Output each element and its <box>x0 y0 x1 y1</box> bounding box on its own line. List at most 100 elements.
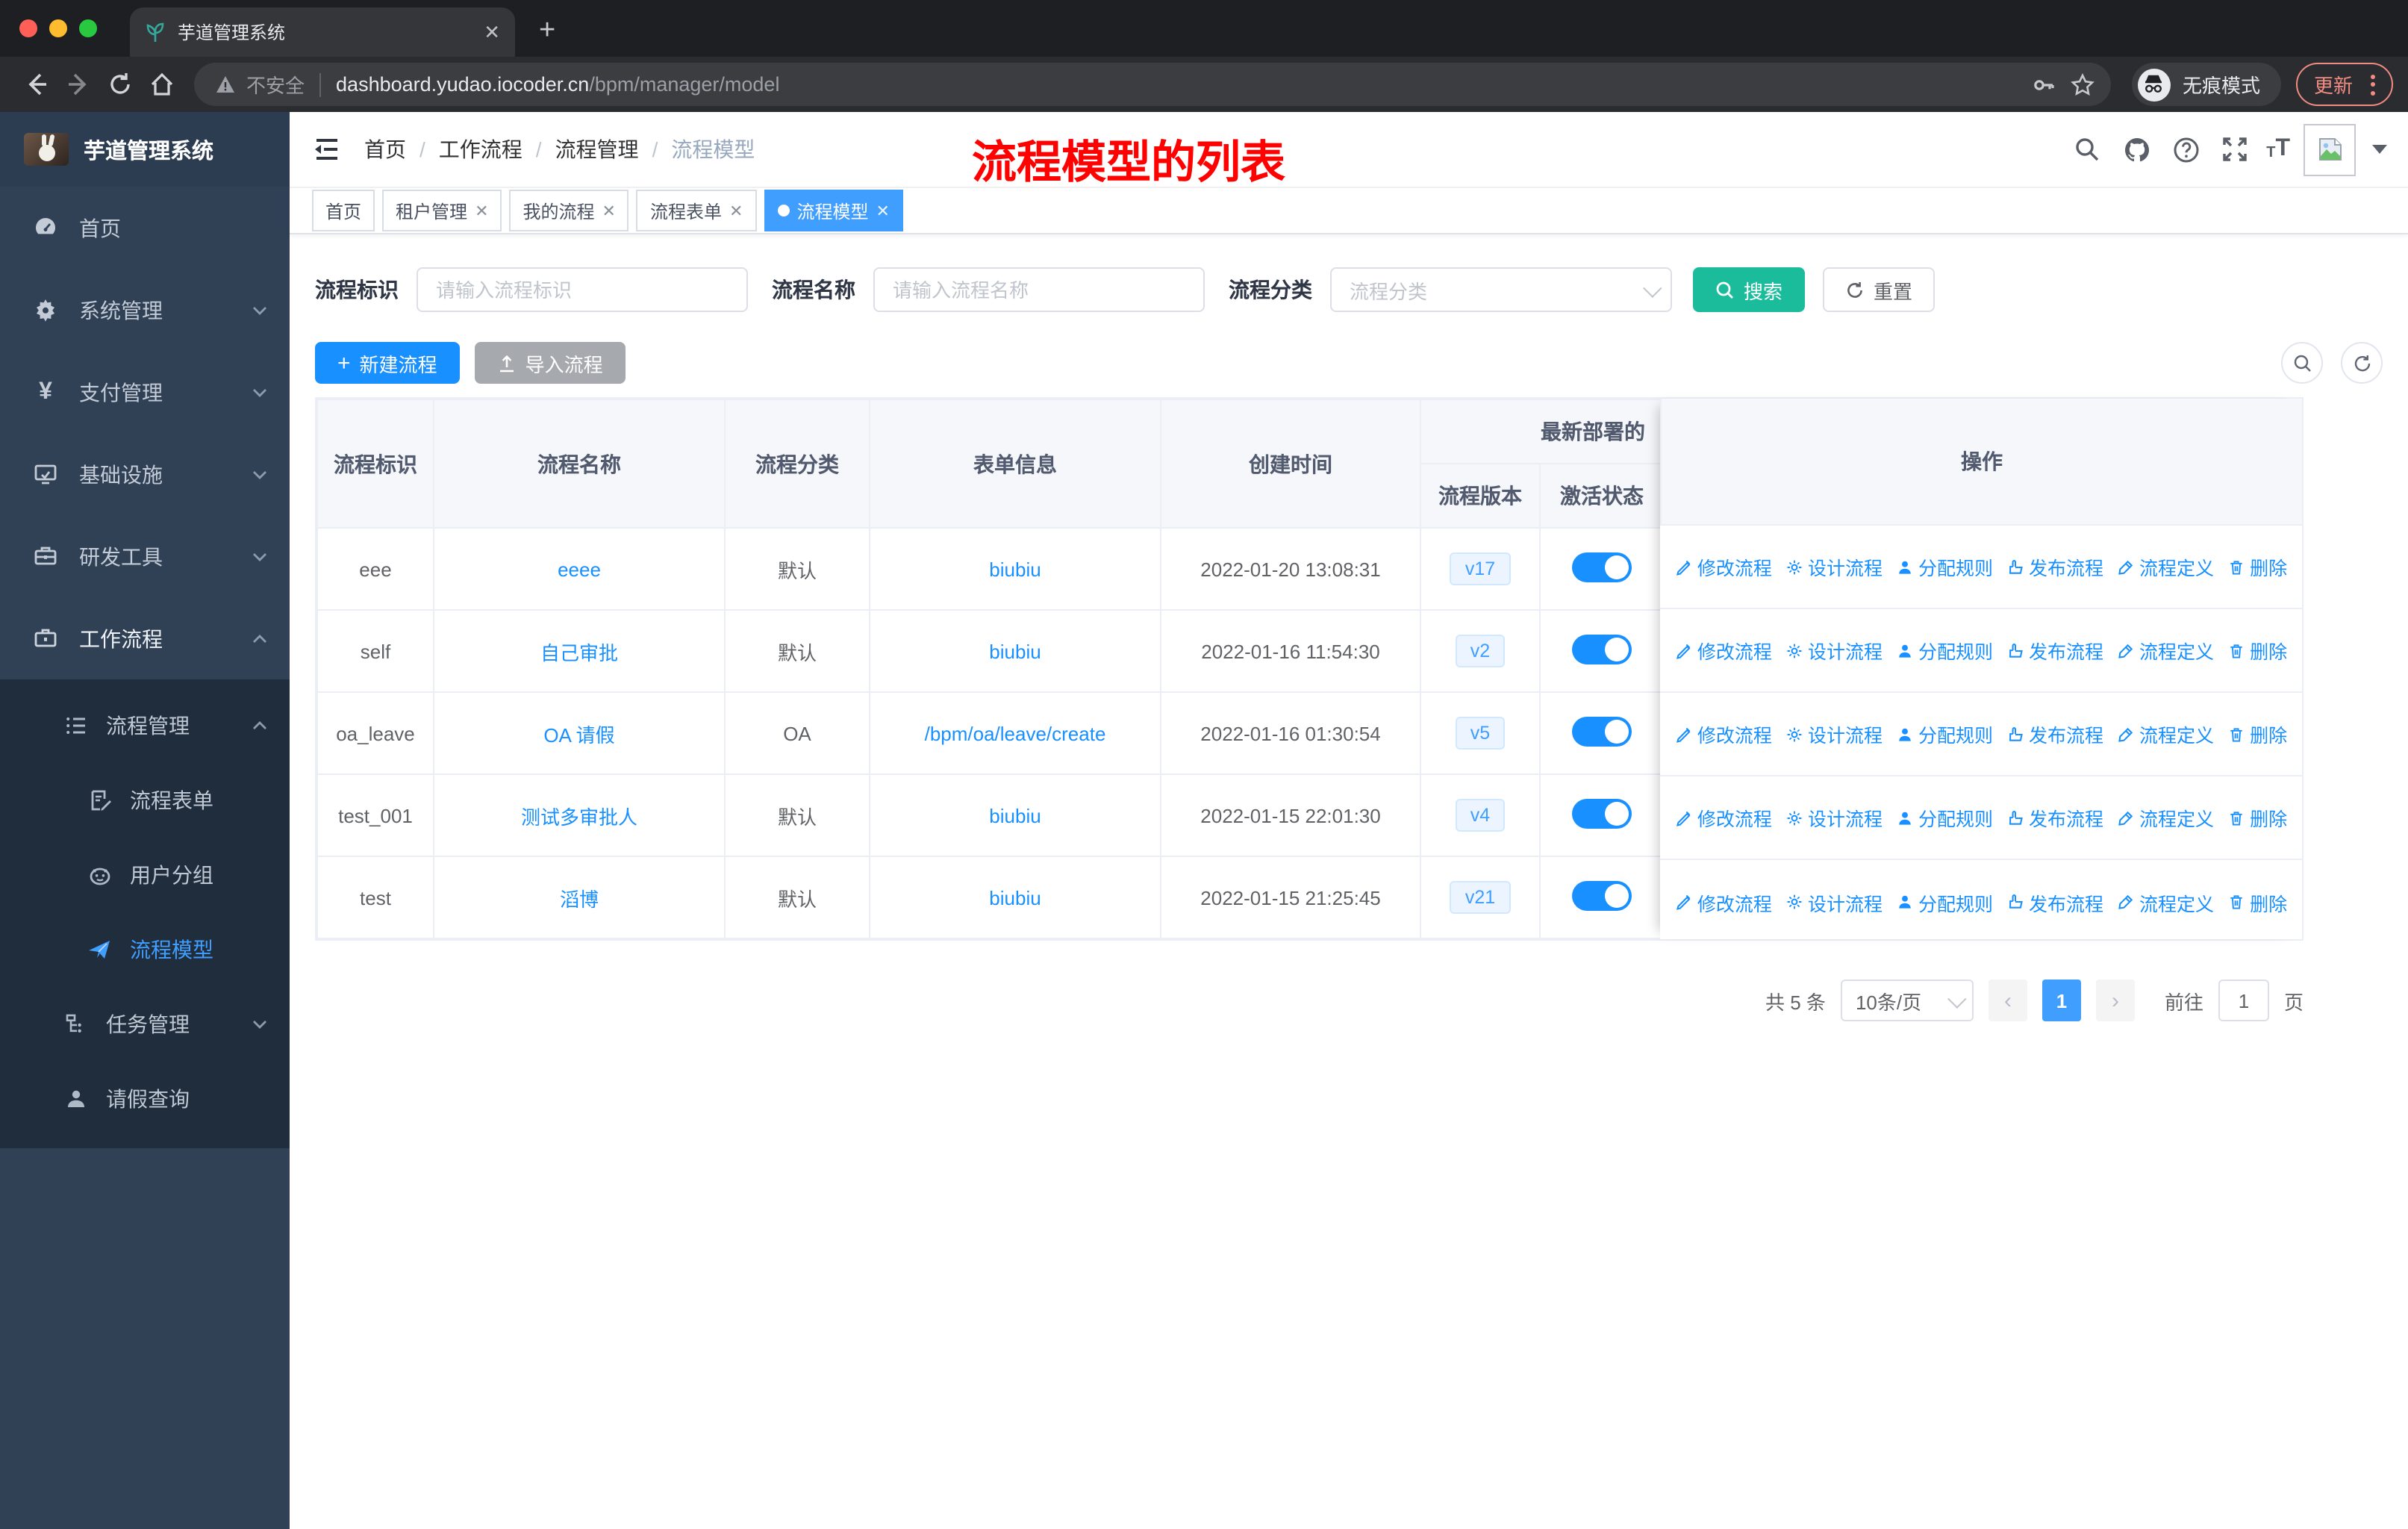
process-name-link[interactable]: 测试多审批人 <box>521 806 637 828</box>
tab-close-icon[interactable]: ✕ <box>876 201 889 220</box>
sidebar-item-system[interactable]: 系统管理 <box>0 269 290 351</box>
process-name-link[interactable]: eeee <box>558 558 601 580</box>
reload-icon[interactable] <box>99 63 140 105</box>
action-definition[interactable]: 流程定义 <box>2117 636 2214 664</box>
action-publish[interactable]: 发布流程 <box>2006 888 2103 916</box>
search-button[interactable]: 搜索 <box>1693 267 1806 312</box>
search-icon[interactable] <box>2069 131 2105 167</box>
action-design[interactable]: 设计流程 <box>1785 803 1883 832</box>
sidebar-item-infra[interactable]: 基础设施 <box>0 433 290 515</box>
process-name-link[interactable]: OA 请假 <box>543 723 614 746</box>
sidebar-item-home[interactable]: 首页 <box>0 187 290 269</box>
action-edit[interactable]: 修改流程 <box>1675 720 1772 748</box>
action-publish[interactable]: 发布流程 <box>2006 720 2103 748</box>
home-icon[interactable] <box>140 63 182 105</box>
tab-close-icon[interactable]: ✕ <box>729 201 743 220</box>
tab-close-icon[interactable]: ✕ <box>475 201 488 220</box>
font-size-icon[interactable]: TT <box>2266 137 2290 161</box>
breadcrumb-workflow[interactable]: 工作流程 <box>439 134 523 164</box>
process-name-link[interactable]: 滔博 <box>560 888 599 910</box>
sidebar-item-workflow[interactable]: 工作流程 <box>0 597 290 679</box>
action-edit[interactable]: 修改流程 <box>1675 888 1772 916</box>
tab-process-form[interactable]: 流程表单 ✕ <box>636 190 757 231</box>
password-key-icon[interactable] <box>2024 65 2063 104</box>
action-definition[interactable]: 流程定义 <box>2117 803 2214 832</box>
tab-close-icon[interactable]: ✕ <box>484 20 500 44</box>
process-name-link[interactable]: 自己审批 <box>540 641 618 664</box>
reset-button[interactable]: 重置 <box>1823 267 1936 312</box>
help-icon[interactable] <box>2168 131 2203 167</box>
active-toggle[interactable] <box>1572 716 1632 746</box>
action-delete[interactable]: 删除 <box>2227 720 2287 748</box>
version-badge[interactable]: v21 <box>1450 881 1511 914</box>
active-toggle[interactable] <box>1572 798 1632 828</box>
form-info-link[interactable]: biubiu <box>989 558 1041 580</box>
version-badge[interactable]: v5 <box>1455 717 1506 750</box>
action-assign-rule[interactable]: 分配规则 <box>1896 888 1993 916</box>
show-search-icon[interactable] <box>2281 342 2323 384</box>
version-badge[interactable]: v17 <box>1450 552 1511 585</box>
sidebar-item-user-group[interactable]: 用户分组 <box>0 838 290 912</box>
fullscreen-icon[interactable] <box>2217 131 2253 167</box>
page-size-select[interactable]: 10条/页 <box>1840 980 1974 1021</box>
form-info-link[interactable]: biubiu <box>989 804 1041 826</box>
action-definition[interactable]: 流程定义 <box>2117 720 2214 748</box>
github-icon[interactable] <box>2118 131 2154 167</box>
action-assign-rule[interactable]: 分配规则 <box>1896 552 1993 581</box>
process-category-select[interactable]: 流程分类 <box>1330 267 1672 312</box>
action-delete[interactable]: 删除 <box>2227 888 2287 916</box>
tab-tenant[interactable]: 租户管理 ✕ <box>382 190 502 231</box>
create-process-button[interactable]: + 新建流程 <box>315 342 460 384</box>
minimize-window-button[interactable] <box>49 19 67 37</box>
forward-icon[interactable] <box>57 63 99 105</box>
active-toggle[interactable] <box>1572 552 1632 582</box>
sidebar-item-devtools[interactable]: 研发工具 <box>0 515 290 597</box>
action-assign-rule[interactable]: 分配规则 <box>1896 636 1993 664</box>
avatar[interactable] <box>2303 123 2356 175</box>
action-publish[interactable]: 发布流程 <box>2006 636 2103 664</box>
import-process-button[interactable]: 导入流程 <box>474 342 626 384</box>
action-edit[interactable]: 修改流程 <box>1675 552 1772 581</box>
sidebar-logo[interactable]: 芋道管理系统 <box>0 112 290 187</box>
action-publish[interactable]: 发布流程 <box>2006 803 2103 832</box>
browser-menu-icon[interactable] <box>2371 74 2375 95</box>
tab-my-process[interactable]: 我的流程 ✕ <box>509 190 629 231</box>
active-toggle[interactable] <box>1572 880 1632 910</box>
action-design[interactable]: 设计流程 <box>1785 720 1883 748</box>
prev-page-button[interactable]: ‹ <box>1988 980 2027 1021</box>
action-delete[interactable]: 删除 <box>2227 552 2287 581</box>
sidebar-item-task-management[interactable]: 任务管理 <box>0 987 290 1062</box>
action-definition[interactable]: 流程定义 <box>2117 552 2214 581</box>
action-edit[interactable]: 修改流程 <box>1675 636 1772 664</box>
next-page-button[interactable]: › <box>2095 980 2135 1021</box>
sidebar-collapse-icon[interactable] <box>311 133 343 166</box>
process-name-input[interactable] <box>873 267 1205 312</box>
breadcrumb-process-management[interactable]: 流程管理 <box>555 134 639 164</box>
avatar-caret-icon[interactable] <box>2372 145 2387 154</box>
close-window-button[interactable] <box>19 19 37 37</box>
tab-close-icon[interactable]: ✕ <box>602 201 616 220</box>
sidebar-item-process-form[interactable]: 流程表单 <box>0 763 290 838</box>
version-badge[interactable]: v2 <box>1455 635 1506 667</box>
tab-home[interactable]: 首页 <box>312 190 375 231</box>
action-assign-rule[interactable]: 分配规则 <box>1896 720 1993 748</box>
active-toggle[interactable] <box>1572 634 1632 664</box>
form-info-link[interactable]: /bpm/oa/leave/create <box>925 722 1106 744</box>
action-design[interactable]: 设计流程 <box>1785 888 1883 916</box>
action-edit[interactable]: 修改流程 <box>1675 803 1772 832</box>
form-info-link[interactable]: biubiu <box>989 886 1041 909</box>
sidebar-item-leave-query[interactable]: 请假查询 <box>0 1062 290 1136</box>
browser-tab[interactable]: 芋道管理系统 ✕ <box>130 7 515 57</box>
window-controls[interactable] <box>19 19 97 37</box>
tab-process-model[interactable]: 流程模型 ✕ <box>764 190 903 231</box>
action-design[interactable]: 设计流程 <box>1785 552 1883 581</box>
sidebar-item-process-model[interactable]: 流程模型 <box>0 912 290 987</box>
action-design[interactable]: 设计流程 <box>1785 636 1883 664</box>
version-badge[interactable]: v4 <box>1455 799 1506 832</box>
action-assign-rule[interactable]: 分配规则 <box>1896 803 1993 832</box>
breadcrumb-home[interactable]: 首页 <box>364 134 406 164</box>
action-definition[interactable]: 流程定义 <box>2117 888 2214 916</box>
refresh-table-icon[interactable] <box>2341 342 2383 384</box>
action-delete[interactable]: 删除 <box>2227 803 2287 832</box>
sidebar-item-process-management[interactable]: 流程管理 <box>0 688 290 763</box>
